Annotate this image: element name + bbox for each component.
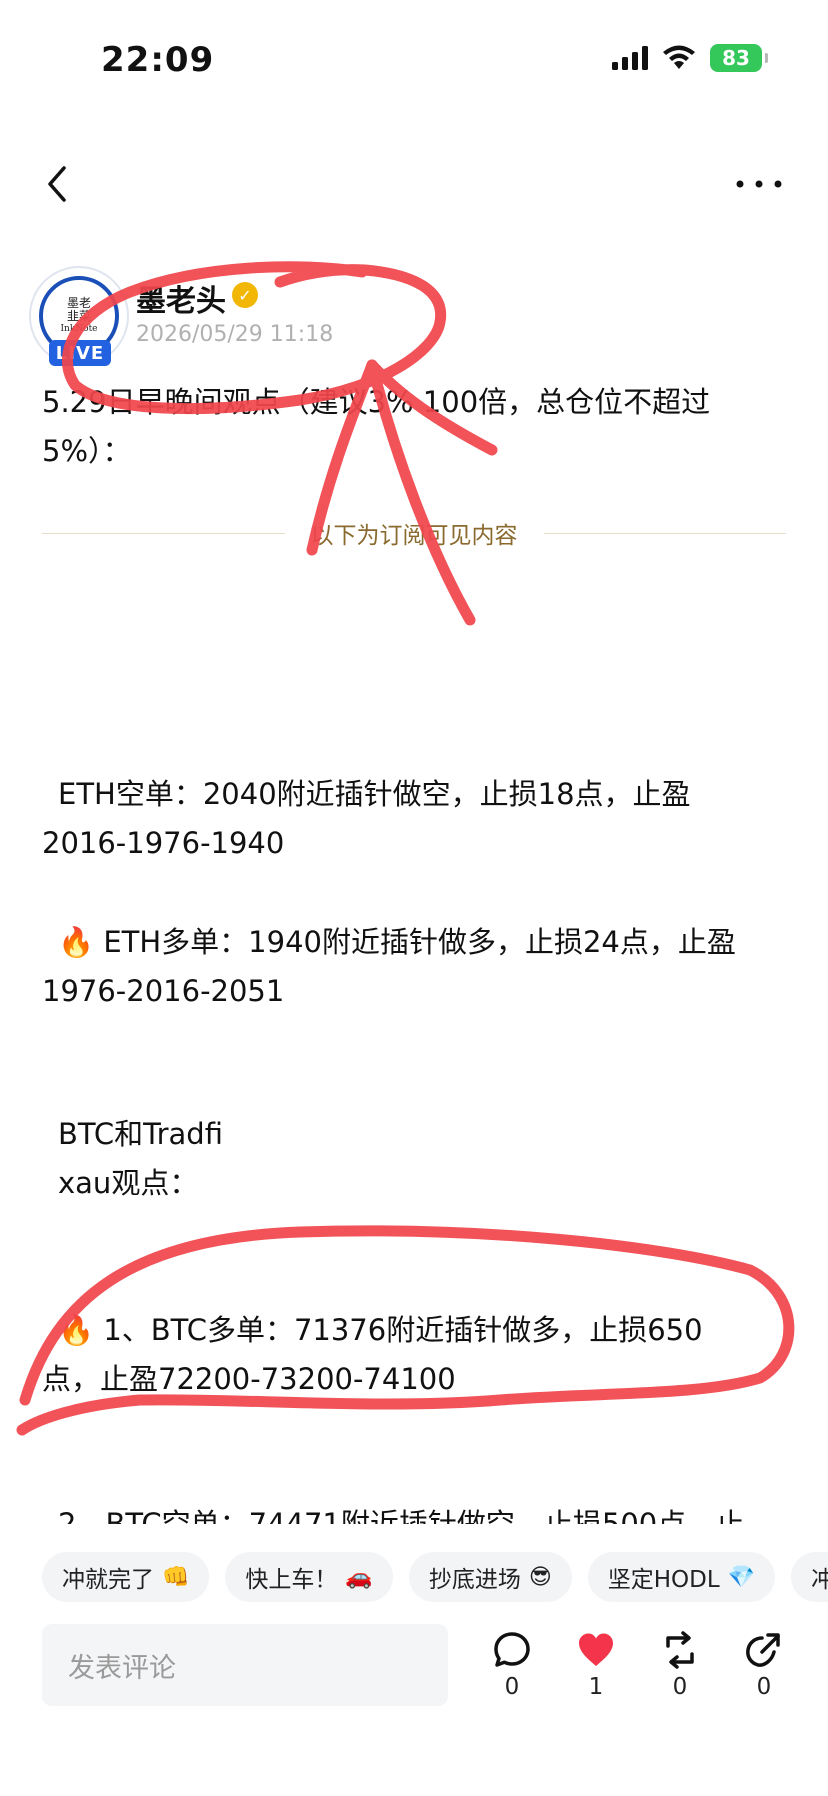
comment-icon	[494, 1632, 530, 1667]
chip-label: 抄底进场	[428, 1567, 521, 1593]
eth-short-line-2: 2016-1976-1940	[42, 826, 285, 860]
battery-level: 83	[722, 46, 750, 70]
back-icon[interactable]	[38, 162, 78, 206]
comment-count: 0	[504, 1674, 520, 1700]
quick-reply-chips: 冲就完了 👊 快上车！ 🚗 抄底进场 😎 坚定HODL 💎 冲	[42, 1552, 828, 1602]
status-icons: 83	[612, 44, 768, 72]
chip-label: 坚定HODL	[607, 1567, 720, 1593]
status-time: 22:09	[101, 40, 215, 80]
post-time: 2026/05/29 11:18	[136, 322, 334, 347]
like-button[interactable]: 1	[566, 1630, 626, 1700]
verified-icon: ✓	[232, 282, 258, 308]
btc-head-line-1: BTC和Tradfi	[58, 1117, 223, 1151]
bottom-panel: 冲就完了 👊 快上车！ 🚗 抄底进场 😎 坚定HODL 💎 冲 发表评论 0 1 0	[0, 1524, 828, 1796]
comment-button[interactable]: 0	[482, 1630, 542, 1700]
chip-label: 冲	[811, 1567, 828, 1593]
btc-head-line-2: xau观点：	[58, 1166, 199, 1200]
btc-long-line-1: 1、BTC多单：71376附近插针做多，止损650	[103, 1313, 703, 1347]
avatar-text-1: 墨老	[66, 295, 91, 310]
eth-long-line-2: 1976-2016-2051	[42, 974, 285, 1008]
fire-icon: 🔥	[58, 925, 95, 959]
avatar-text-3: InkNote	[60, 323, 98, 334]
quick-reply-chip[interactable]: 冲	[791, 1552, 828, 1602]
avatar-text-2: 韭菜	[66, 308, 91, 323]
car-icon: 🚗	[345, 1564, 373, 1590]
more-icon[interactable]	[734, 170, 784, 198]
heart-icon	[579, 1633, 613, 1666]
repost-icon	[666, 1631, 694, 1669]
btc-long-line-2: 点，止盈72200-73200-74100	[42, 1362, 456, 1396]
quick-reply-chip[interactable]: 快上车！ 🚗	[225, 1552, 393, 1602]
repost-button[interactable]: 0	[650, 1630, 710, 1700]
divider-label: 以下为订阅可见内容	[310, 523, 518, 549]
divider-line-right	[543, 532, 786, 534]
btc-heading-paragraph: BTC和Tradfi xau观点：	[42, 1110, 784, 1208]
subscriber-divider: 以下为订阅可见内容	[42, 518, 786, 549]
eth-long-paragraph: 🔥 ETH多单：1940附近插针做多，止损24点，止盈 1976-2016-20…	[42, 918, 784, 1016]
chip-label: 快上车！	[245, 1567, 338, 1593]
btc-long-paragraph: 🔥 1、BTC多单：71376附近插针做多，止损650 点，止盈72200-73…	[42, 1306, 784, 1404]
eth-short-line-1: ETH空单：2040附近插针做空，止损18点，止盈	[58, 777, 691, 811]
diamond-icon: 💎	[727, 1564, 756, 1590]
fist-icon: 👊	[162, 1564, 190, 1590]
author-name[interactable]: 墨老头	[136, 276, 226, 320]
sunglasses-icon: 😎	[528, 1564, 552, 1590]
post-intro: 5.29日早晚间观点（建议3% 100倍，总仓位不超过5%）：	[42, 385, 711, 468]
share-button[interactable]: 0	[734, 1630, 794, 1700]
quick-reply-chip[interactable]: 抄底进场 😎	[408, 1552, 572, 1602]
live-badge[interactable]: LIVE	[49, 340, 111, 366]
chip-label: 冲就完了	[62, 1567, 154, 1593]
eth-short-paragraph: ETH空单：2040附近插针做空，止损18点，止盈 2016-1976-1940	[42, 770, 784, 868]
quick-reply-chip[interactable]: 冲就完了 👊	[42, 1552, 210, 1602]
fire-icon: 🔥	[58, 1313, 95, 1347]
signal-icon	[612, 46, 648, 70]
share-icon	[746, 1633, 780, 1667]
battery-icon: 83	[710, 44, 768, 72]
share-count: 0	[756, 1674, 772, 1700]
divider-line-left	[42, 532, 285, 534]
eth-long-line-1: ETH多单：1940附近插针做多，止损24点，止盈	[103, 925, 736, 959]
comment-input[interactable]: 发表评论	[42, 1624, 448, 1706]
quick-reply-chip[interactable]: 坚定HODL 💎	[587, 1552, 776, 1602]
wifi-icon	[663, 45, 695, 69]
repost-count: 0	[672, 1674, 688, 1700]
like-count: 1	[588, 1674, 604, 1700]
